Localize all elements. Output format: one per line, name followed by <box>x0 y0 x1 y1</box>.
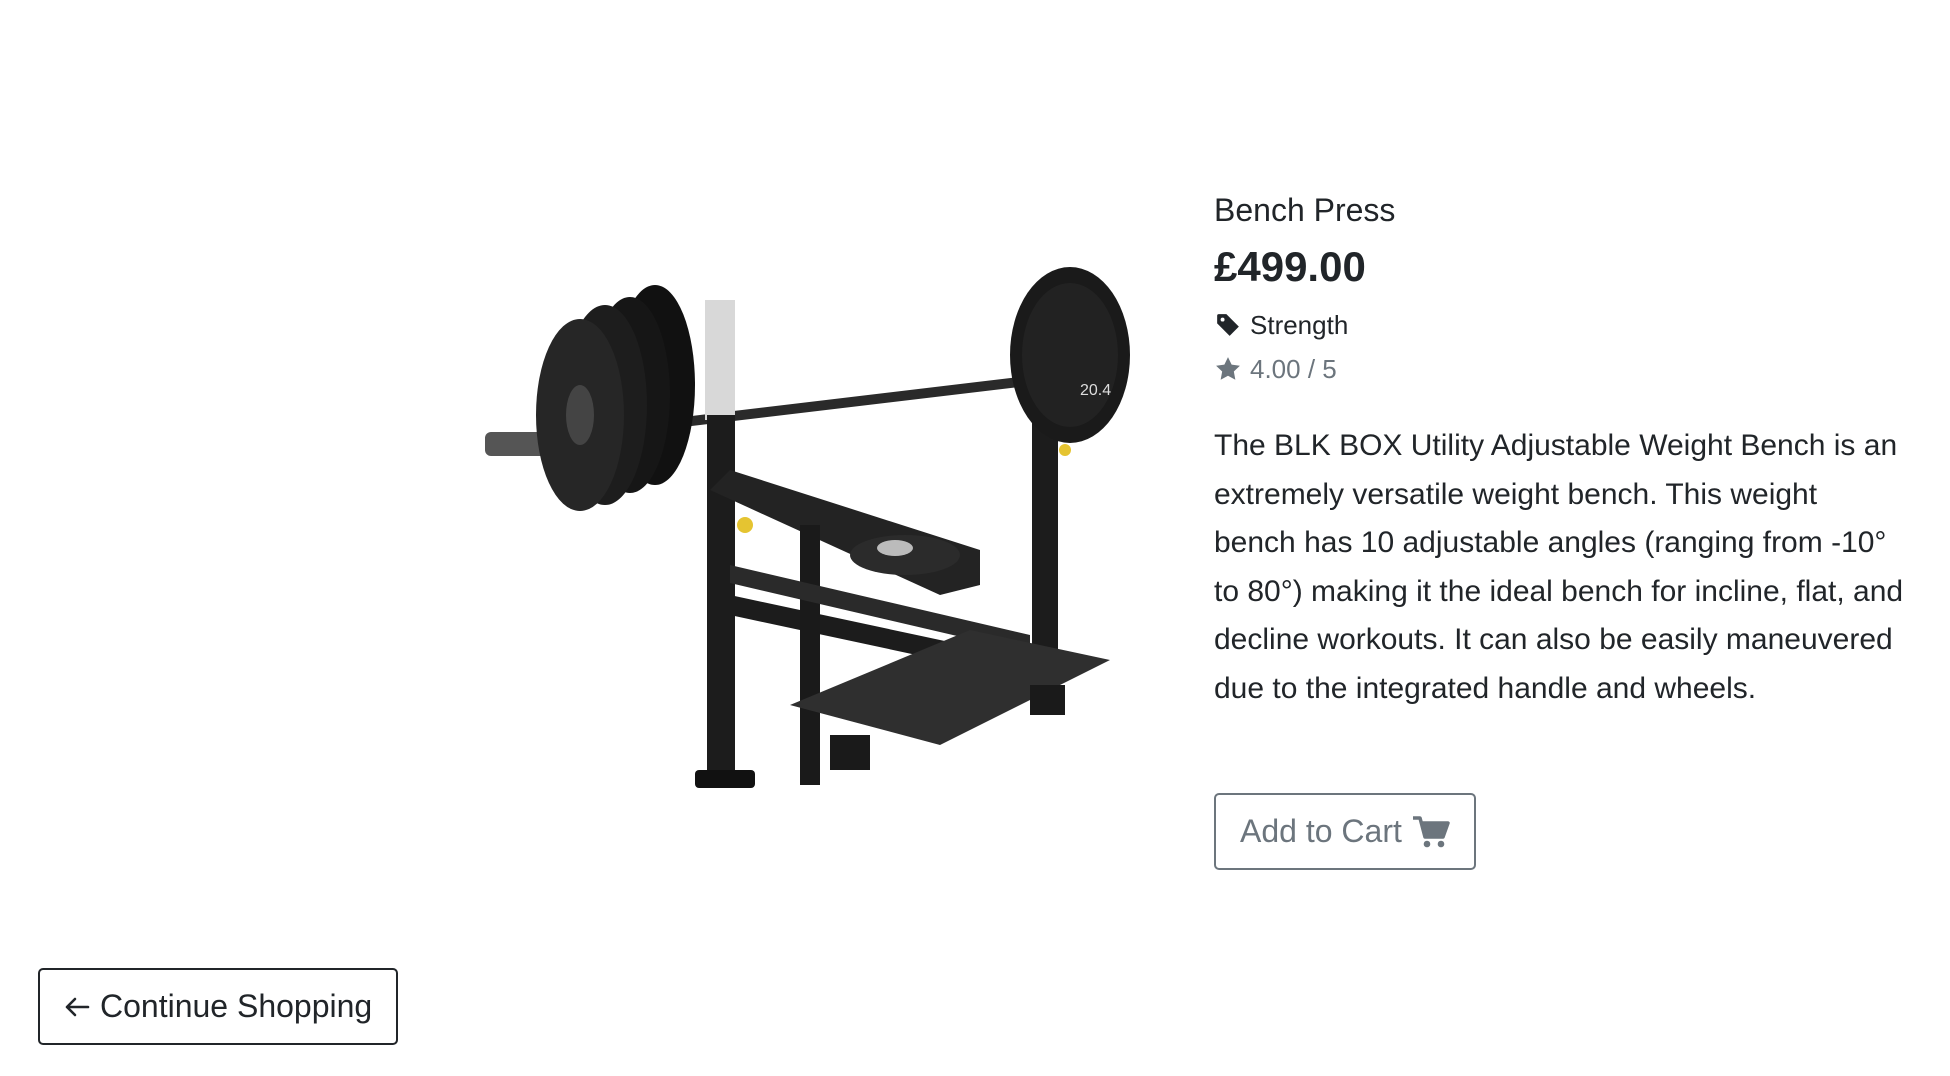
category-label: Strength <box>1250 310 1349 340</box>
plate-label: 20.4 <box>1080 382 1111 399</box>
add-to-cart-label: Add to Cart <box>1240 813 1402 849</box>
product-details: Bench Press £499.00 Strength 4.00 / 5 Th… <box>1214 190 1914 743</box>
product-name: Bench Press <box>1214 192 1396 228</box>
product-rating: 4.00 / 5 <box>1214 352 1914 386</box>
tag-icon <box>1214 311 1242 339</box>
product-category: Strength <box>1214 308 1914 342</box>
rating-value: 4.00 / 5 <box>1250 354 1337 384</box>
product-image: 20.4 <box>470 265 1170 805</box>
shopping-cart-icon <box>1412 815 1450 849</box>
bench-press-image: 20.4 <box>485 267 1130 788</box>
continue-shopping-label: Continue Shopping <box>100 988 373 1024</box>
continue-shopping-button[interactable]: Continue Shopping <box>38 968 399 1045</box>
add-to-cart-button[interactable]: Add to Cart <box>1214 793 1476 870</box>
product-price: £499.00 <box>1214 243 1366 290</box>
star-icon <box>1214 355 1242 383</box>
arrow-left-icon <box>64 996 90 1018</box>
product-description: The BLK BOX Utility Adjustable Weight Be… <box>1214 429 1904 705</box>
product-detail-page: 20.4 Bench Press £499.00 Strength 4.00 /… <box>0 0 1950 1076</box>
